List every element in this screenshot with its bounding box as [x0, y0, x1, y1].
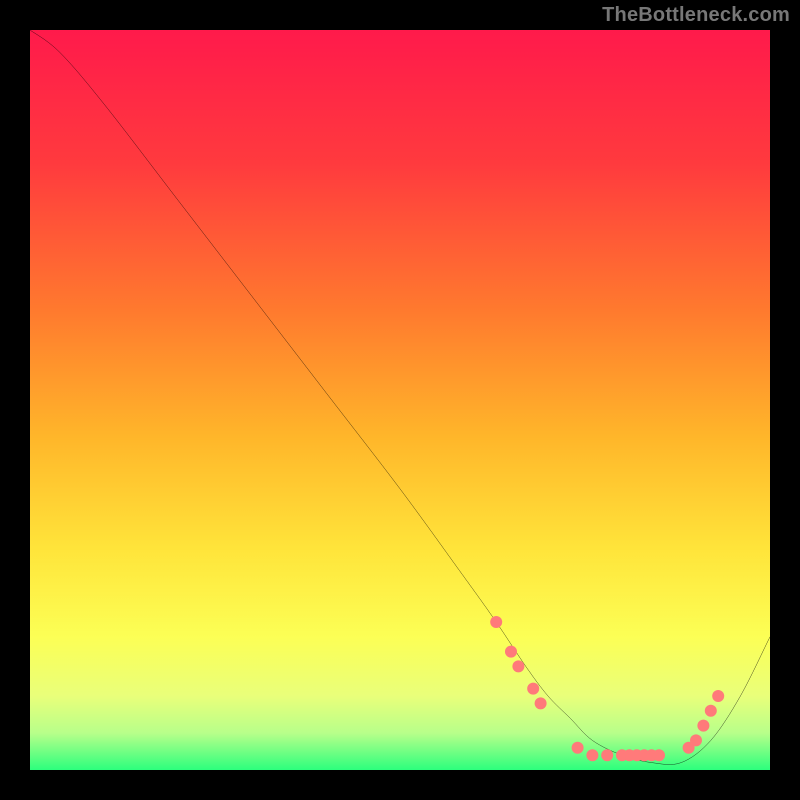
plot-area: [30, 30, 770, 770]
chart-stage: TheBottleneck.com: [0, 0, 800, 800]
marker-dot: [653, 749, 665, 761]
marker-dot: [690, 734, 702, 746]
markers-layer: [30, 30, 770, 770]
marker-dot: [512, 660, 524, 672]
marker-dot: [505, 646, 517, 658]
marker-dot: [705, 705, 717, 717]
marker-dot: [712, 690, 724, 702]
marker-dot: [697, 720, 709, 732]
highlight-dots: [490, 616, 724, 761]
marker-dot: [535, 697, 547, 709]
marker-dot: [601, 749, 613, 761]
marker-dot: [527, 683, 539, 695]
marker-dot: [572, 742, 584, 754]
watermark-text: TheBottleneck.com: [602, 4, 790, 27]
marker-dot: [490, 616, 502, 628]
marker-dot: [586, 749, 598, 761]
